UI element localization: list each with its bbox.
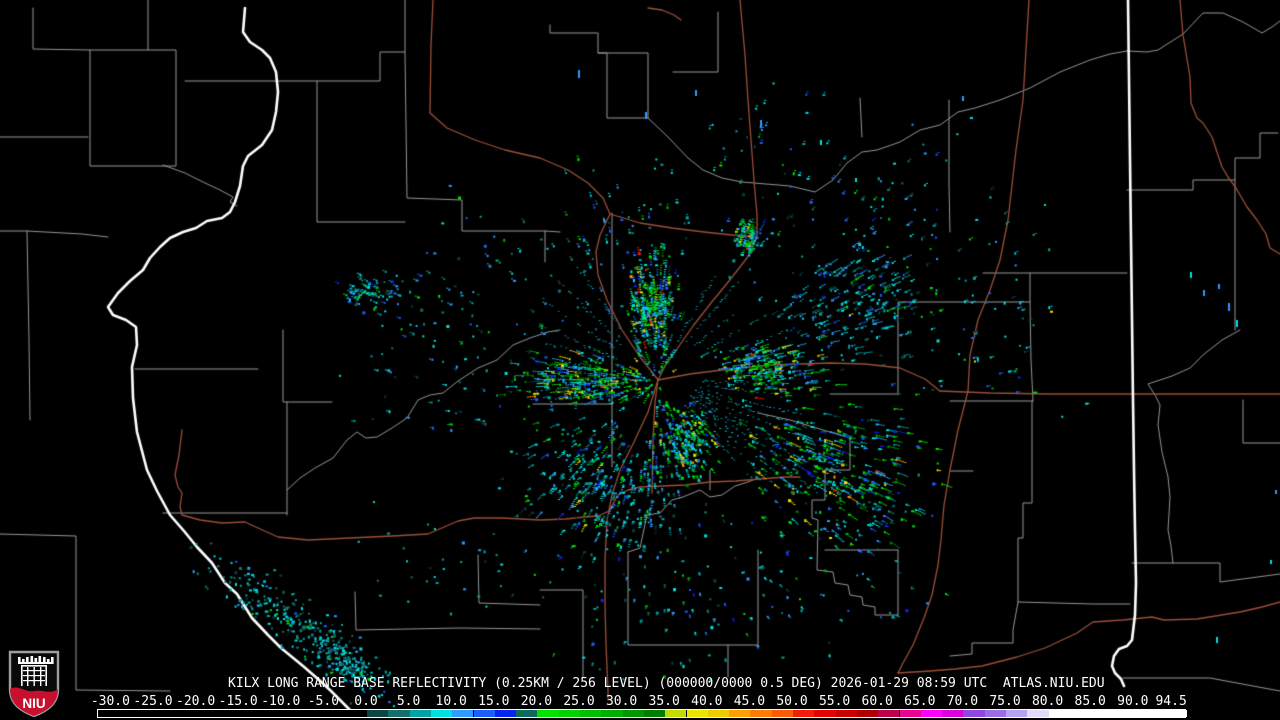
scale-color-segment <box>558 710 580 717</box>
radar-display: KILX LONG RANGE BASE REFLECTIVITY (0.25K… <box>0 0 1280 720</box>
scale-color-segment <box>899 710 921 717</box>
scale-tick-label: 10.0 <box>435 694 467 709</box>
reflectivity-scale-labels: -30.0 -25.0 -20.0 -15.0 -10.0 -5.0 0.0 5.0 10.0 1… <box>0 695 1280 708</box>
scale-tick-label: 65.0 <box>904 694 936 709</box>
scale-tick-label: 90.0 <box>1117 694 1149 709</box>
scale-tick-label: -15.0 <box>218 694 258 709</box>
scale-tick-label: 70.0 <box>946 694 979 709</box>
reflectivity-colorbar <box>97 709 1187 718</box>
scale-color-segment <box>643 710 666 717</box>
scale-tick-label: 30.0 <box>605 694 638 709</box>
scale-color-segment <box>367 710 389 717</box>
scale-tick-label: -20.0 <box>176 694 216 709</box>
scale-color-segment <box>601 710 623 717</box>
scale-color-segment <box>580 710 602 717</box>
radar-map-canvas <box>0 0 1280 720</box>
niu-logo: NIU <box>8 650 60 718</box>
scale-color-segment <box>771 710 793 717</box>
scale-color-segment <box>793 710 815 717</box>
scale-tick-label: -25.0 <box>133 694 173 709</box>
scale-color-segment <box>537 710 559 717</box>
scale-tick-label: 35.0 <box>648 694 680 709</box>
scale-color-segment <box>452 710 474 717</box>
scale-color-segment <box>1027 710 1049 717</box>
scale-color-segment <box>814 710 836 717</box>
scale-color-segment <box>388 710 410 717</box>
scale-tick-label: 80.0 <box>1031 694 1064 709</box>
scale-color-segment <box>835 710 857 717</box>
scale-color-segment <box>494 710 517 717</box>
scale-color-segment <box>1006 710 1028 717</box>
scale-color-segment <box>516 710 538 717</box>
scale-color-segment <box>750 710 772 717</box>
scale-color-segment <box>622 710 644 717</box>
scale-tick-label: -30.0 <box>90 694 130 709</box>
scale-color-segment <box>963 710 985 717</box>
scale-tick-label: 5.0 <box>396 694 421 709</box>
scale-color-segment <box>878 710 900 717</box>
scale-color-segment <box>1048 710 1187 717</box>
scale-tick-label: -10.0 <box>261 694 301 709</box>
scale-color-segment <box>984 710 1006 717</box>
scale-tick-label: 15.0 <box>478 694 510 709</box>
scale-tick-label: 60.0 <box>861 694 893 709</box>
scale-tick-label: 75.0 <box>989 694 1021 709</box>
scale-tick-label: 25.0 <box>563 694 595 709</box>
product-title: KILX LONG RANGE BASE REFLECTIVITY (0.25K… <box>228 676 1105 691</box>
scale-color-segment <box>729 710 751 717</box>
scale-tick-label: 0.0 <box>354 694 378 709</box>
niu-logo-text: NIU <box>22 696 45 711</box>
scale-tick-label: 20.0 <box>520 694 553 709</box>
scale-tick-label: 40.0 <box>691 694 723 709</box>
scale-tick-label: -5.0 <box>307 694 340 709</box>
scale-color-segment <box>473 710 495 717</box>
scale-tick-label: 94.5 <box>1155 694 1187 709</box>
scale-color-segment <box>920 710 943 717</box>
scale-tick-label: 55.0 <box>818 694 851 709</box>
scale-tick-label: 85.0 <box>1074 694 1106 709</box>
scale-tick-label: 45.0 <box>733 694 766 709</box>
scale-tick-label: 50.0 <box>776 694 808 709</box>
scale-color-segment <box>856 710 879 717</box>
scale-color-segment <box>430 710 453 717</box>
scale-color-segment <box>686 710 708 717</box>
scale-color-segment <box>942 710 964 717</box>
scale-color-segment <box>98 710 367 717</box>
scale-color-segment <box>665 710 687 717</box>
scale-color-segment <box>707 710 730 717</box>
scale-color-segment <box>409 710 431 717</box>
